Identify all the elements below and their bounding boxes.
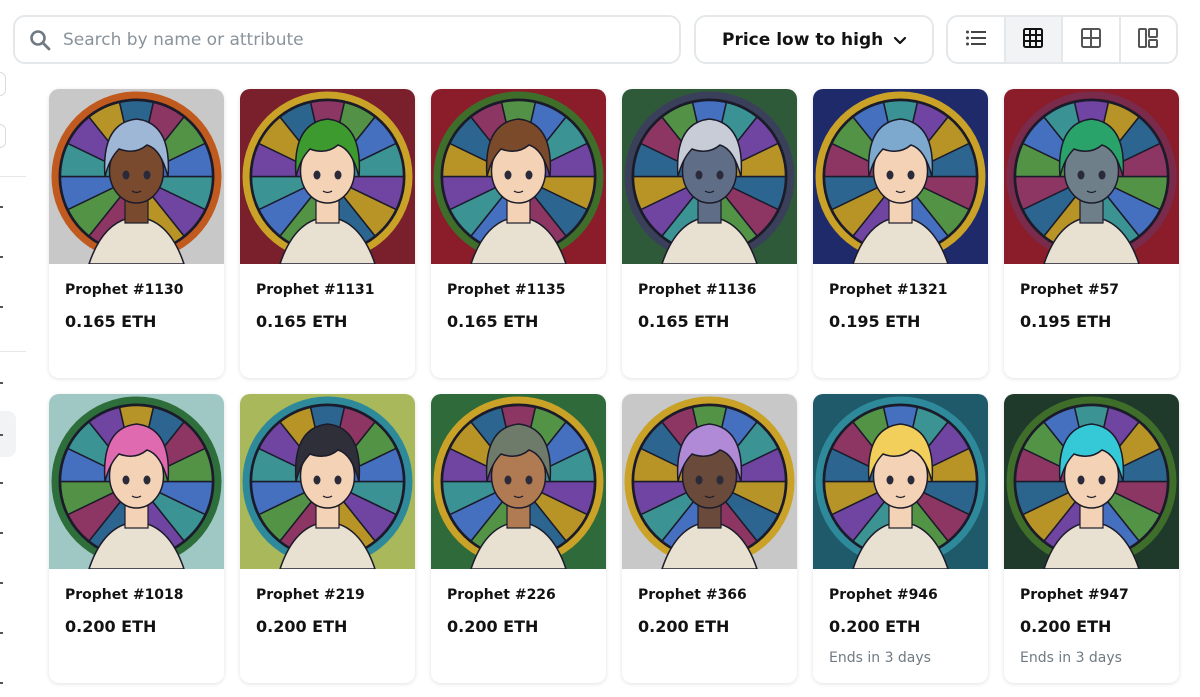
sort-dropdown[interactable]: Price low to high (694, 15, 934, 64)
nft-image (1004, 394, 1179, 569)
nft-card[interactable]: Prophet #947 0.200 ETH Ends in 3 days (1004, 394, 1179, 683)
collage-view-icon (1138, 27, 1159, 52)
nft-card[interactable]: Prophet #1131 0.165 ETH (240, 89, 415, 378)
nft-name: Prophet #946 (829, 587, 938, 603)
filter-sidebar (0, 64, 30, 697)
sidebar-item-marker (0, 482, 3, 484)
nft-card[interactable]: Prophet #57 0.195 ETH (1004, 89, 1179, 378)
nft-price: 0.200 ETH (256, 617, 348, 636)
nft-name: Prophet #947 (1020, 587, 1129, 603)
divider (0, 176, 26, 177)
search-bar[interactable] (13, 15, 681, 64)
sidebar-item-marker (0, 382, 3, 384)
nft-image (431, 89, 606, 264)
list-view-icon (965, 29, 987, 51)
nft-image (622, 394, 797, 569)
nft-card[interactable]: Prophet #1136 0.165 ETH (622, 89, 797, 378)
nft-name: Prophet #1131 (256, 282, 375, 298)
nft-name: Prophet #1018 (65, 587, 184, 603)
chevron-down-icon (892, 32, 908, 48)
nft-image (49, 394, 224, 569)
nft-card[interactable]: Prophet #1130 0.165 ETH (49, 89, 224, 378)
nft-image (813, 89, 988, 264)
nft-price: 0.165 ETH (256, 312, 348, 331)
nft-name: Prophet #1136 (638, 282, 757, 298)
nft-card[interactable]: Prophet #1135 0.165 ETH (431, 89, 606, 378)
sidebar-item-marker (0, 256, 3, 258)
collage-view-button[interactable] (1121, 17, 1177, 62)
small-grid-view-icon (1080, 27, 1101, 52)
nft-price: 0.200 ETH (638, 617, 730, 636)
nft-card[interactable]: Prophet #1018 0.200 ETH (49, 394, 224, 683)
sidebar-item-marker (0, 632, 3, 634)
list-view-button[interactable] (948, 17, 1006, 62)
nft-price: 0.200 ETH (829, 617, 921, 636)
nft-card[interactable]: Prophet #366 0.200 ETH (622, 394, 797, 683)
nft-card[interactable]: Prophet #946 0.200 ETH Ends in 3 days (813, 394, 988, 683)
nft-price: 0.195 ETH (1020, 312, 1112, 331)
sidebar-filter-control[interactable] (0, 72, 6, 96)
search-icon (29, 29, 51, 51)
large-grid-view-icon (1023, 27, 1044, 52)
sort-label: Price low to high (722, 29, 884, 50)
small-grid-view-button[interactable] (1063, 17, 1121, 62)
nft-card[interactable]: Prophet #219 0.200 ETH (240, 394, 415, 683)
nft-price: 0.200 ETH (1020, 617, 1112, 636)
nft-price: 0.195 ETH (829, 312, 921, 331)
nft-image (240, 89, 415, 264)
sidebar-item-marker (0, 682, 3, 684)
sidebar-item-marker (0, 306, 3, 308)
nft-card[interactable]: Prophet #226 0.200 ETH (431, 394, 606, 683)
nft-image (1004, 89, 1179, 264)
nft-name: Prophet #366 (638, 587, 747, 603)
nft-image (622, 89, 797, 264)
sidebar-item-marker (0, 532, 3, 534)
nft-name: Prophet #219 (256, 587, 365, 603)
sidebar-item-marker (0, 582, 3, 584)
nft-price: 0.165 ETH (638, 312, 730, 331)
nft-image (240, 394, 415, 569)
view-mode-toggle (946, 15, 1178, 64)
divider (0, 351, 26, 352)
nft-price: 0.165 ETH (65, 312, 157, 331)
nft-price: 0.200 ETH (65, 617, 157, 636)
nft-name: Prophet #226 (447, 587, 556, 603)
nft-name: Prophet #57 (1020, 282, 1120, 298)
nft-price: 0.200 ETH (447, 617, 539, 636)
large-grid-view-button[interactable] (1005, 17, 1063, 62)
sidebar-item-marker (0, 434, 3, 436)
nft-price: 0.165 ETH (447, 312, 539, 331)
auction-countdown: Ends in 3 days (829, 650, 931, 666)
nft-name: Prophet #1130 (65, 282, 184, 298)
sidebar-item-marker (0, 206, 3, 208)
nft-name: Prophet #1321 (829, 282, 948, 298)
auction-countdown: Ends in 3 days (1020, 650, 1122, 666)
nft-card[interactable]: Prophet #1321 0.195 ETH (813, 89, 988, 378)
nft-image (431, 394, 606, 569)
nft-image (813, 394, 988, 569)
sidebar-filter-control[interactable] (0, 124, 6, 148)
nft-image (49, 89, 224, 264)
nft-name: Prophet #1135 (447, 282, 566, 298)
search-input[interactable] (63, 29, 623, 50)
